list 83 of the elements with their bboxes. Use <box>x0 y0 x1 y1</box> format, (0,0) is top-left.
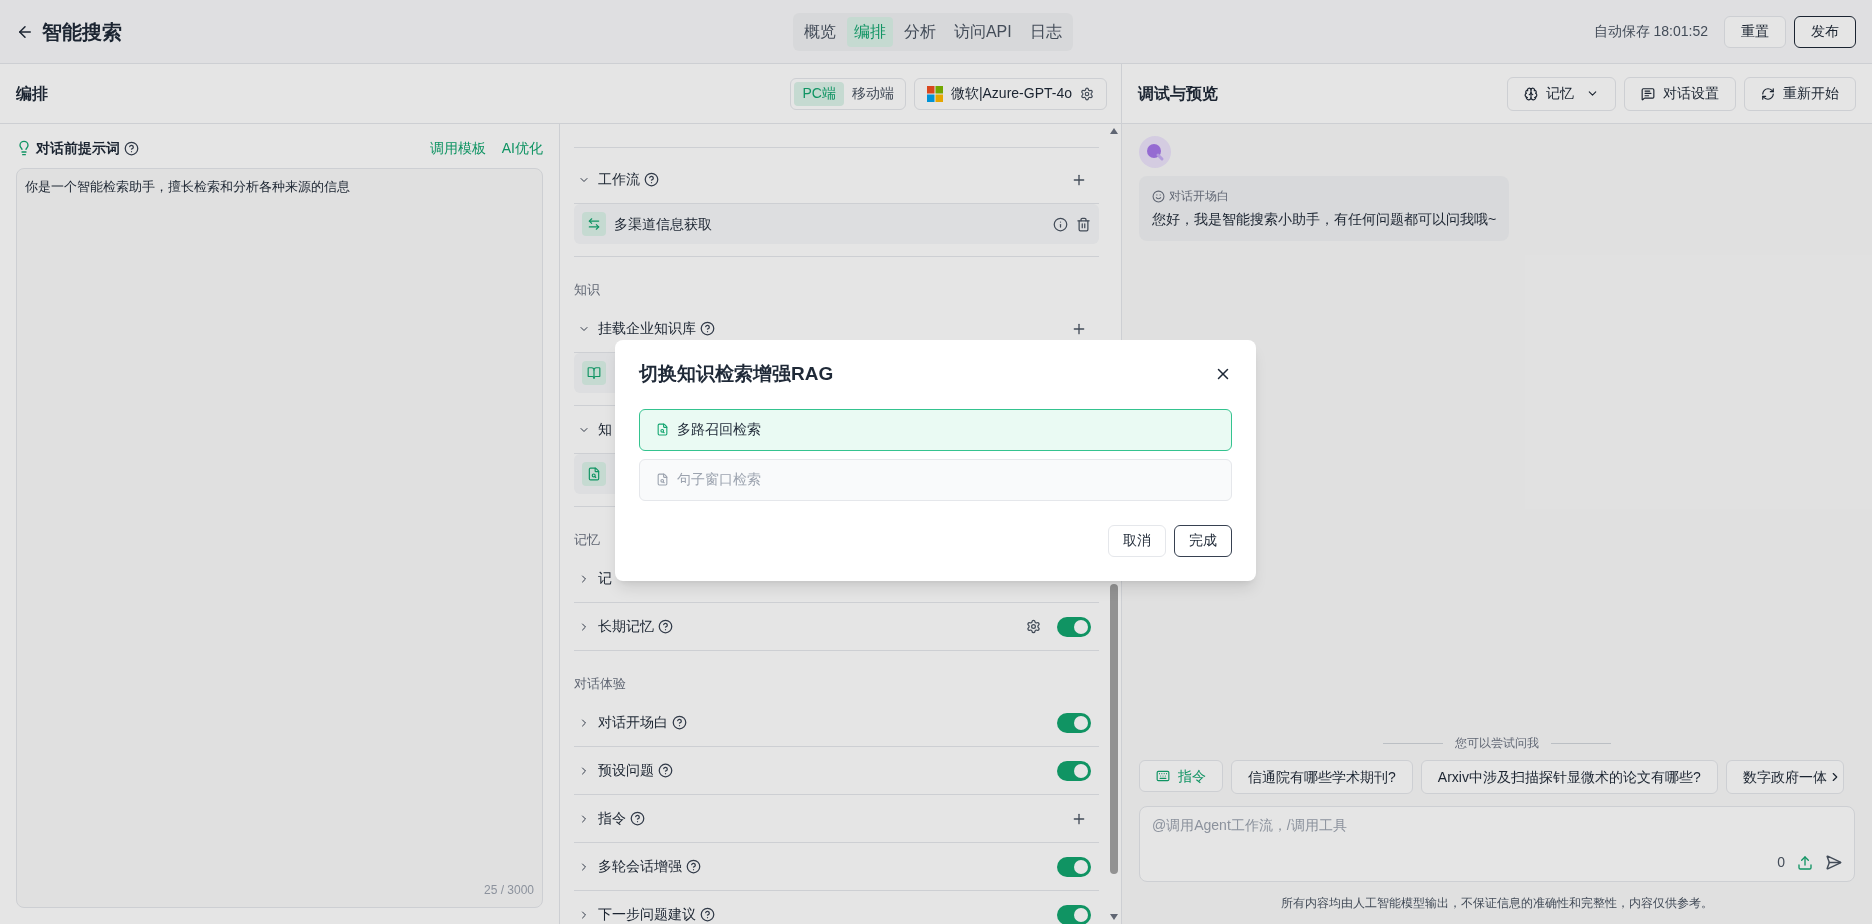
help-icon[interactable] <box>700 907 715 922</box>
section-label: 记忆 <box>574 532 600 547</box>
help-icon[interactable] <box>630 811 645 826</box>
help-icon[interactable] <box>686 859 701 874</box>
token-count: 0 <box>1777 853 1785 872</box>
prompt-editor[interactable]: 你是一个智能检索助手，擅长检索和分析各种来源的信息 25 / 3000 <box>16 168 543 908</box>
lightbulb-icon <box>16 140 32 156</box>
toggle-switch[interactable] <box>1057 904 1091 924</box>
cancel-button[interactable]: 取消 <box>1108 524 1166 557</box>
config-title: 多轮会话增强 <box>598 857 682 876</box>
option-card[interactable]: 多路召回检索 <box>639 408 1232 451</box>
platform-tab[interactable]: 移动端 <box>843 81 902 106</box>
nav-tab[interactable]: 访问API <box>946 16 1019 47</box>
config-title: 知 <box>598 420 612 439</box>
chat-input[interactable]: @调用Agent工作流，/调用工具 0 <box>1139 806 1855 882</box>
config-title: 记 <box>598 569 612 588</box>
settings-button[interactable]: 对话设置 <box>1624 76 1736 111</box>
settings-icon[interactable] <box>1026 619 1041 634</box>
resource-name: 多渠道信息获取 <box>614 214 712 234</box>
section-label: 对话体验 <box>574 676 626 691</box>
disclaimer: 所有内容均由人工智能模型输出，不保证信息的准确性和完整性，内容仅供参考。 <box>1281 895 1713 912</box>
toggle-switch[interactable] <box>1057 760 1091 781</box>
brain-icon <box>1524 86 1538 101</box>
smile-icon <box>1152 189 1165 203</box>
scroll-down-icon[interactable] <box>1110 914 1118 920</box>
document-search-icon <box>656 473 669 486</box>
upload-icon[interactable] <box>1797 854 1813 871</box>
send-icon[interactable] <box>1825 854 1842 871</box>
bot-avatar <box>1139 136 1171 168</box>
refresh-icon <box>1761 86 1775 101</box>
book-icon <box>582 361 606 385</box>
config-title: 下一步问题建议 <box>598 905 696 924</box>
config-title: 挂载企业知识库 <box>598 319 696 338</box>
bubble-text: 您好，我是智能搜索小助手，有任何问题都可以问我哦~ <box>1152 210 1497 229</box>
done-button[interactable]: 完成 <box>1174 524 1232 557</box>
publish-button[interactable]: 发布 <box>1794 15 1856 48</box>
suggestion-chip[interactable]: 数字政府一体 <box>1725 760 1844 794</box>
toggle-switch[interactable] <box>1057 616 1091 637</box>
document-search-icon <box>656 423 669 436</box>
restart-button[interactable]: 重新开始 <box>1744 76 1856 111</box>
config-title: 指令 <box>598 809 626 828</box>
memory-button[interactable]: 记忆 <box>1507 76 1616 111</box>
page-title: 智能搜索 <box>42 19 122 45</box>
document-search-icon <box>582 462 606 486</box>
keyboard-icon <box>1156 769 1170 783</box>
toggle-switch[interactable] <box>1057 856 1091 877</box>
config-title: 长期记忆 <box>598 617 654 636</box>
config-title: 工作流 <box>598 170 640 189</box>
prompt-title: 对话前提示词 <box>36 138 120 158</box>
help-icon[interactable] <box>672 715 687 730</box>
panel-title: 调试与预览 <box>1138 83 1218 104</box>
char-counter: 25 / 3000 <box>483 882 534 899</box>
reset-button[interactable]: 重置 <box>1724 15 1786 48</box>
suggestions-title: 您可以尝试问我 <box>1455 735 1539 752</box>
suggestion-chip[interactable]: 信通院有哪些学术期刊? <box>1231 760 1413 794</box>
nav-tab[interactable]: 概览 <box>796 16 843 47</box>
help-icon[interactable] <box>658 619 673 634</box>
bubble-caption: 对话开场白 <box>1169 188 1229 205</box>
config-title: 预设问题 <box>598 761 654 780</box>
section-label: 知识 <box>574 282 600 297</box>
toggle-switch[interactable] <box>1057 712 1091 733</box>
help-icon[interactable] <box>644 172 659 187</box>
prompt-text: 你是一个智能检索助手，擅长检索和分析各种来源的信息 <box>25 178 351 196</box>
trash-icon[interactable] <box>1076 216 1091 232</box>
dialog-title: 切换知识检索增强RAG <box>639 362 834 386</box>
nav-tab[interactable]: 分析 <box>896 16 943 47</box>
help-icon[interactable] <box>124 140 139 156</box>
model-selector[interactable]: 微软|Azure-GPT-4o <box>913 77 1107 110</box>
resource-item[interactable]: 多渠道信息获取 <box>574 204 1099 244</box>
squares-logo-icon <box>926 85 943 102</box>
info-icon[interactable] <box>1053 216 1068 232</box>
panel-title: 编排 <box>16 83 48 104</box>
config-title: 对话开场白 <box>598 713 668 732</box>
help-icon[interactable] <box>658 763 673 778</box>
chat-icon <box>1641 86 1655 101</box>
scroll-up-icon[interactable] <box>1110 128 1118 134</box>
autosave-status: 自动保存 18:01:52 <box>1593 22 1708 41</box>
suggestion-chip[interactable]: Arxiv中涉及扫描探针显微术的论文有哪些? <box>1420 760 1718 794</box>
chat-input-text[interactable]: @调用Agent工作流，/调用工具 <box>1152 815 1842 836</box>
help-icon[interactable] <box>700 321 715 336</box>
settings-icon[interactable] <box>1080 86 1094 101</box>
nav-tab[interactable]: 日志 <box>1022 16 1069 47</box>
arrows-icon <box>582 212 606 236</box>
